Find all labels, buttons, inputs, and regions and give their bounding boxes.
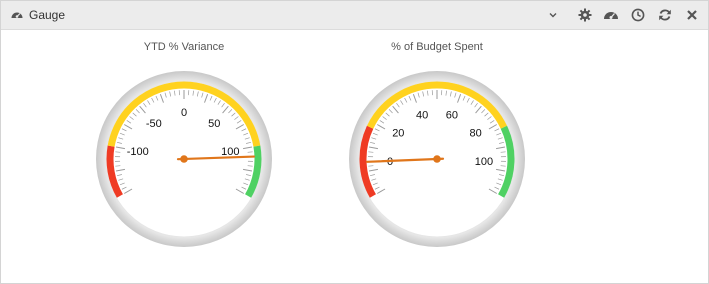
gauge-tick-label: -50	[146, 118, 162, 130]
gauge-icon	[604, 12, 618, 19]
gauge-icon	[11, 12, 23, 18]
gauge-panel: Gauge YTD % Variance -100 -50 0 50 100 %…	[0, 0, 709, 284]
gauge-title: % of Budget Spent	[391, 41, 483, 53]
gauge-tick-label: 100	[475, 156, 493, 168]
gauge-budget-spent: 020406080100	[349, 71, 525, 247]
gauge-tick-label: 40	[416, 109, 428, 121]
gauge-tick-label: 60	[446, 109, 458, 121]
settings-button[interactable]	[577, 7, 593, 23]
gauge-title: YTD % Variance	[143, 41, 225, 53]
panel-title: Gauge	[29, 8, 66, 22]
gauge-needle-hub	[180, 155, 188, 163]
gauge-tick-label: 20	[392, 127, 404, 139]
gauge-tick-label: 100	[221, 146, 239, 158]
gear-icon	[578, 8, 592, 22]
clock-icon	[631, 8, 645, 22]
close-button[interactable]	[684, 7, 700, 23]
chevron-down-icon	[549, 13, 557, 18]
gauge-type-button[interactable]	[603, 7, 619, 23]
gauge-tick-label: 50	[208, 118, 220, 130]
gauge-tick-label: 0	[181, 107, 187, 119]
gauge-tick-label: 80	[470, 127, 482, 139]
panel-header: Gauge	[1, 1, 708, 30]
refresh-icon	[659, 9, 671, 21]
history-button[interactable]	[630, 7, 646, 23]
close-icon	[687, 10, 697, 20]
gauge-needle-hub	[433, 155, 441, 163]
collapse-button[interactable]	[545, 7, 561, 23]
gauge-variance: -100 -50 0 50 100	[96, 71, 272, 247]
gauge-tick-label: -100	[127, 146, 149, 158]
refresh-button[interactable]	[657, 7, 673, 23]
